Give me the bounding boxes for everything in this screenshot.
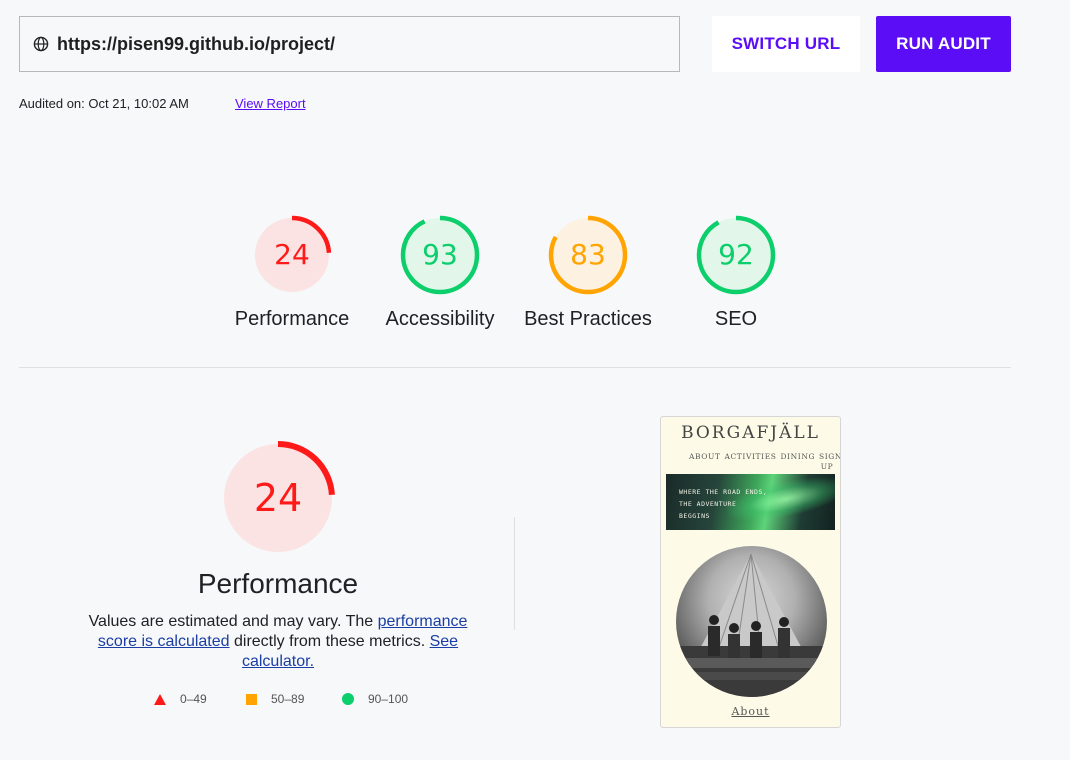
legend-range: 0–49 (180, 692, 207, 706)
seo-gauge-ring: 92 (696, 215, 776, 295)
desc-text: Values are estimated and may vary. The (88, 613, 378, 630)
url-input[interactable]: https://pisen99.github.io/project/ (19, 16, 680, 72)
best-practices-gauge-ring: 83 (548, 215, 628, 295)
gauge-label: SEO (714, 308, 758, 330)
gauge-score: 24 (274, 238, 310, 271)
gauge-score: 83 (570, 238, 606, 271)
switch-url-button[interactable]: SWITCH URL (712, 16, 860, 72)
gauge-performance[interactable]: 24 Performance (232, 214, 352, 331)
globe-icon (33, 36, 49, 52)
legend-range: 90–100 (368, 692, 409, 706)
gauge-label: Best Practices (524, 308, 652, 330)
tent-photo-illustration (676, 553, 827, 697)
desc-text-middle: directly from these metrics. (229, 633, 430, 650)
thumb-banner-text: WHERE THE ROAD ENDS, THE ADVENTURE BEGGI… (679, 486, 767, 522)
green-circle-icon (342, 693, 354, 705)
audited-timestamp: Audited on: Oct 21, 10:02 AM (19, 96, 189, 111)
accessibility-gauge-ring: 93 (400, 215, 480, 295)
red-triangle-icon (154, 693, 166, 705)
gauge-best-practices[interactable]: 83 Best Practices (518, 214, 658, 331)
thumb-aurora-banner: WHERE THE ROAD ENDS, THE ADVENTURE BEGGI… (666, 474, 835, 530)
orange-square-icon (246, 693, 257, 705)
thumb-nav-item: DINING (780, 452, 816, 461)
performance-big-gauge: 24 (220, 440, 336, 556)
run-audit-button[interactable]: RUN AUDIT (876, 16, 1011, 72)
legend-good: 90–100 (342, 692, 408, 706)
gauge-label: Performance (234, 308, 350, 330)
gauge-accessibility[interactable]: 93 Accessibility (380, 214, 500, 331)
page-screenshot-thumbnail[interactable]: BORGAFJÄLL ABOUT ACTIVITIES DINING SIGN … (660, 416, 841, 728)
thumb-nav-item: ABOUT (689, 452, 721, 461)
banner-line: BEGGINS (679, 512, 710, 520)
url-text: https://pisen99.github.io/project/ (57, 33, 336, 54)
vertical-divider (514, 517, 515, 630)
performance-title: Performance (197, 568, 359, 599)
thumb-circular-photo (676, 546, 827, 697)
performance-big-gauge-ring: 24 (221, 441, 335, 555)
performance-gauge-ring: 24 (252, 215, 332, 295)
legend-range: 50–89 (271, 692, 305, 706)
thumb-nav: ABOUT ACTIVITIES DINING SIGN UP (689, 452, 841, 472)
legend-average: 50–89 (246, 692, 304, 706)
thumb-nav-item: SIGN UP (819, 452, 841, 471)
thumb-about-link: About (731, 705, 770, 718)
banner-line: THE ADVENTURE (679, 500, 737, 508)
section-divider (19, 367, 1011, 368)
legend-poor: 0–49 (154, 692, 207, 706)
big-gauge-score: 24 (254, 476, 302, 520)
gauge-seo[interactable]: 92 SEO (676, 214, 796, 331)
thumb-site-title: BORGAFJÄLL (681, 423, 820, 443)
gauge-label: Accessibility (385, 308, 495, 330)
gauge-score: 93 (422, 238, 458, 271)
thumb-nav-item: ACTIVITIES (724, 452, 777, 461)
gauge-score: 92 (718, 238, 754, 271)
banner-line: WHERE THE ROAD ENDS, (679, 488, 768, 496)
performance-description: Values are estimated and may vary. The p… (80, 612, 476, 672)
view-report-link[interactable]: View Report (235, 96, 306, 111)
